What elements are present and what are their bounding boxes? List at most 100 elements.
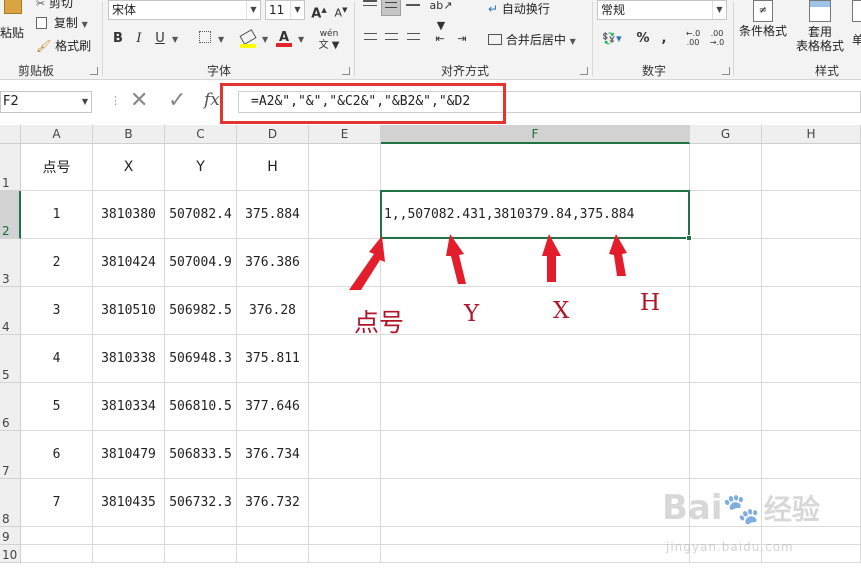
cell-a5[interactable]: 4 (21, 335, 93, 383)
cell-b8[interactable]: 3810435 (93, 479, 165, 527)
currency-button[interactable]: 💱▾ (599, 29, 625, 49)
cell-c9[interactable] (165, 527, 237, 545)
cell-g1[interactable] (690, 144, 762, 191)
cell-d5[interactable]: 375.811 (237, 335, 309, 383)
percent-button[interactable]: % (633, 29, 653, 49)
cell-g7[interactable] (690, 431, 762, 479)
cell-a8[interactable]: 7 (21, 479, 93, 527)
row-header-10[interactable]: 10 (0, 545, 21, 563)
align-top-button[interactable] (360, 0, 380, 16)
conditional-format-button[interactable]: ≠ 条件格式 (738, 0, 788, 56)
cancel-icon[interactable]: ✕ (130, 88, 148, 113)
cell-c3[interactable]: 507004.9 (165, 239, 237, 287)
cell-d3[interactable]: 376.386 (237, 239, 309, 287)
cell-a3[interactable]: 2 (21, 239, 93, 287)
cell-styles-button[interactable]: 单 (852, 0, 861, 56)
copy-button[interactable]: 复制 ▼ (36, 14, 88, 32)
font-color-button[interactable]: A (274, 28, 294, 48)
cell-c1[interactable]: Y (165, 144, 237, 191)
cell-h3[interactable] (762, 239, 861, 287)
cell-d4[interactable]: 376.28 (237, 287, 309, 335)
cell-h5[interactable] (762, 335, 861, 383)
row-header-6[interactable]: 6 (0, 383, 21, 431)
insert-function-icon[interactable]: fx (204, 90, 220, 110)
cell-h1[interactable] (762, 144, 861, 191)
grow-font-button[interactable]: A▲ (309, 0, 329, 21)
orientation-button[interactable]: ab↗ ▼ (426, 0, 456, 32)
shrink-font-button[interactable]: A▼ (331, 0, 351, 20)
cell-e9[interactable] (309, 527, 381, 545)
font-size-dropdown[interactable]: 11 ▼ (265, 0, 305, 20)
cell-c2[interactable]: 507082.4 (165, 191, 237, 239)
row-header-2[interactable]: 2 (0, 191, 21, 239)
cell-e8[interactable] (309, 479, 381, 527)
column-header-b[interactable]: B (93, 125, 165, 144)
font-name-dropdown[interactable]: 宋体 ▼ (108, 0, 261, 20)
chevron-down-icon[interactable]: ▼ (298, 35, 304, 44)
column-header-f[interactable]: F (381, 125, 690, 144)
cell-b7[interactable]: 3810479 (93, 431, 165, 479)
cell-f9[interactable] (381, 527, 690, 545)
cell-b10[interactable] (93, 545, 165, 563)
underline-button[interactable]: U (150, 29, 170, 49)
increase-indent-button[interactable]: ⇥ (452, 29, 472, 49)
cell-c10[interactable] (165, 545, 237, 563)
column-header-a[interactable]: A (21, 125, 93, 144)
cell-c5[interactable]: 506948.3 (165, 335, 237, 383)
cell-h2[interactable] (762, 191, 861, 239)
cell-f8[interactable] (381, 479, 690, 527)
cell-a1[interactable]: 点号 (21, 144, 93, 191)
font-launcher-icon[interactable] (342, 67, 350, 75)
cell-a6[interactable]: 5 (21, 383, 93, 431)
row-header-9[interactable]: 9 (0, 527, 21, 545)
column-header-c[interactable]: C (165, 125, 237, 144)
column-header-g[interactable]: G (690, 125, 762, 144)
row-header-4[interactable]: 4 (0, 287, 21, 335)
cell-d10[interactable] (237, 545, 309, 563)
cell-b6[interactable]: 3810334 (93, 383, 165, 431)
cell-c4[interactable]: 506982.5 (165, 287, 237, 335)
align-center-button[interactable] (381, 29, 401, 49)
cell-b2[interactable]: 3810380 (93, 191, 165, 239)
fill-handle[interactable] (686, 235, 692, 241)
cell-d2[interactable]: 375.884 (237, 191, 309, 239)
select-all-corner[interactable] (0, 125, 21, 144)
cell-h7[interactable] (762, 431, 861, 479)
cell-d8[interactable]: 376.732 (237, 479, 309, 527)
wrap-text-button[interactable]: ↵ 自动换行 (488, 0, 550, 17)
cell-b5[interactable]: 3810338 (93, 335, 165, 383)
align-right-button[interactable] (403, 29, 423, 49)
cell-b9[interactable] (93, 527, 165, 545)
alignment-launcher-icon[interactable] (580, 67, 588, 75)
chevron-down-icon[interactable]: ▼ (218, 35, 224, 44)
chevron-down-icon[interactable]: ▼ (262, 35, 268, 44)
cell-e7[interactable] (309, 431, 381, 479)
fill-color-button[interactable] (238, 29, 258, 49)
row-header-5[interactable]: 5 (0, 335, 21, 383)
cell-f3[interactable] (381, 239, 690, 287)
cell-e3[interactable] (309, 239, 381, 287)
cell-a9[interactable] (21, 527, 93, 545)
chevron-down-icon[interactable]: ▼ (172, 35, 178, 44)
cell-f7[interactable] (381, 431, 690, 479)
cell-e2[interactable] (309, 191, 381, 239)
cell-h4[interactable] (762, 287, 861, 335)
cell-g6[interactable] (690, 383, 762, 431)
cell-e10[interactable] (309, 545, 381, 563)
cell-d1[interactable]: H (237, 144, 309, 191)
row-header-3[interactable]: 3 (0, 239, 21, 287)
row-header-8[interactable]: 8 (0, 479, 21, 527)
bold-button[interactable]: B (108, 29, 128, 49)
cell-f6[interactable] (381, 383, 690, 431)
cell-g2[interactable] (690, 191, 762, 239)
cell-g5[interactable] (690, 335, 762, 383)
cell-d9[interactable] (237, 527, 309, 545)
cell-c6[interactable]: 506810.5 (165, 383, 237, 431)
phonetic-button[interactable]: wén 文 ▼ (316, 28, 342, 51)
cell-c7[interactable]: 506833.5 (165, 431, 237, 479)
cell-h6[interactable] (762, 383, 861, 431)
comma-button[interactable]: , (654, 29, 674, 49)
borders-button[interactable] (195, 29, 215, 49)
italic-button[interactable]: I (129, 29, 149, 49)
cell-g4[interactable] (690, 287, 762, 335)
